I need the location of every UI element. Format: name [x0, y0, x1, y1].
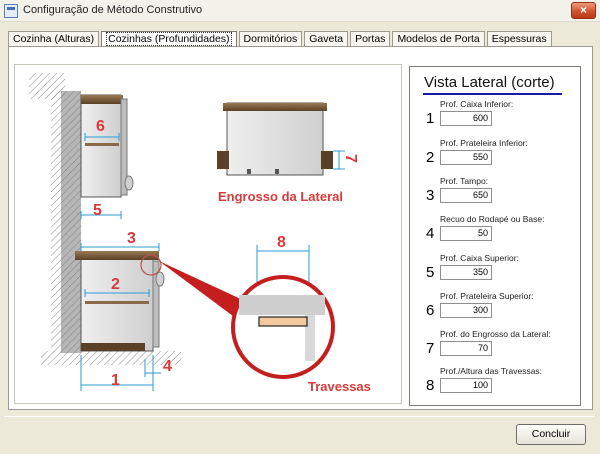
- field-number: 3: [426, 187, 435, 204]
- field-prof-tampo: Prof. Tampo: 3 650: [410, 176, 582, 214]
- recuo-do-rodape-input[interactable]: 50: [440, 226, 492, 241]
- plinth: [81, 343, 145, 351]
- tab-cozinha-alturas[interactable]: Cozinha (Alturas): [8, 31, 100, 47]
- field-prof-caixa-superior: Prof. Caixa Superior: 5 350: [410, 253, 582, 291]
- field-recuo-do-rodape: Recuo do Rodapé ou Base: 4 50: [410, 214, 582, 252]
- upper-shelf: [85, 143, 119, 146]
- marker-8: 8: [277, 234, 286, 251]
- tab-label: Espessuras: [491, 33, 547, 45]
- title-bar: Configuração de Método Construtivo ×: [0, 0, 600, 22]
- upper-handle: [124, 175, 134, 191]
- button-bar: [4, 416, 594, 449]
- marker-3: 3: [127, 230, 136, 247]
- prof-caixa-inferior-input[interactable]: 600: [440, 111, 492, 126]
- prof-engrosso-lateral-input[interactable]: 70: [440, 341, 492, 356]
- tab-espessuras[interactable]: Espessuras: [486, 31, 552, 47]
- field-prof-prateleira-inferior: Prof. Prateleira Inferior: 2 550: [410, 138, 582, 176]
- lateral-left-block: [217, 151, 229, 169]
- field-label: Recuo do Rodapé ou Base:: [440, 214, 545, 224]
- field-label: Prof. Tampo:: [440, 176, 489, 186]
- field-label: Prof. Caixa Superior:: [440, 253, 519, 263]
- tab-label: Portas: [355, 33, 386, 45]
- tab-cozinhas-profundidades[interactable]: Cozinhas (Profundidades): [101, 31, 237, 47]
- field-label: Prof./Altura das Travessas:: [440, 366, 543, 376]
- tab-label: Dormitórios: [243, 33, 298, 45]
- zoom-countertop: [239, 295, 325, 315]
- field-prof-engrosso-lateral: Prof. do Engrosso da Lateral: 7 70: [410, 329, 582, 367]
- crosspiece: [258, 316, 308, 327]
- lateral-right-block: [321, 151, 333, 169]
- diagram-svg: 6 5 3 2 1 4 8 7 Engrosso da Lateral Trav…: [29, 73, 371, 394]
- prof-prateleira-inferior-input[interactable]: 550: [440, 150, 492, 165]
- close-button[interactable]: ×: [571, 2, 596, 19]
- field-number: 6: [426, 302, 435, 319]
- side-view-panel: Vista Lateral (corte) Prof. Caixa Inferi…: [409, 66, 581, 406]
- field-prof-altura-travessas: Prof./Altura das Travessas: 8 100: [410, 366, 582, 404]
- prof-altura-travessas-input[interactable]: 100: [440, 378, 492, 393]
- lateral-cabinet: [226, 102, 324, 176]
- lower-handle: [155, 271, 165, 287]
- field-prof-caixa-inferior: Prof. Caixa Inferior: 1 600: [410, 99, 582, 137]
- field-label: Prof. do Engrosso da Lateral:: [440, 329, 551, 339]
- tab-gaveta[interactable]: Gaveta: [304, 31, 349, 47]
- field-label: Prof. Caixa Inferior:: [440, 99, 514, 109]
- tab-modelos-de-porta[interactable]: Modelos de Porta: [392, 31, 485, 47]
- field-number: 2: [426, 149, 435, 166]
- floor-hatch: [41, 351, 181, 365]
- window-title: Configuração de Método Construtivo: [23, 4, 203, 16]
- lateral-foot-right: [275, 169, 279, 174]
- field-number: 5: [426, 264, 435, 281]
- window: Configuração de Método Construtivo × Coz…: [0, 0, 600, 454]
- wall: [61, 91, 81, 353]
- lower-shelf: [85, 301, 149, 304]
- zoom-pointer: [159, 261, 245, 319]
- lateral-foot-left: [247, 169, 251, 174]
- field-label: Prof. Prateleira Inferior:: [440, 138, 528, 148]
- marker-6: 6: [96, 118, 105, 135]
- tab-label: Modelos de Porta: [397, 33, 480, 45]
- prof-prateleira-superior-input[interactable]: 300: [440, 303, 492, 318]
- tab-dormitorios[interactable]: Dormitórios: [238, 31, 303, 47]
- marker-7: 7: [342, 154, 359, 163]
- marker-5: 5: [93, 202, 102, 219]
- lateral-top: [223, 103, 327, 111]
- field-number: 8: [426, 377, 435, 394]
- field-number: 7: [426, 340, 435, 357]
- prof-caixa-superior-input[interactable]: 350: [440, 265, 492, 280]
- marker-2: 2: [111, 276, 120, 293]
- tab-label: Cozinha (Alturas): [13, 33, 95, 45]
- app-icon: [4, 4, 18, 18]
- field-label: Prof. Prateleira Superior:: [440, 291, 534, 301]
- caption-engrosso-da-lateral: Engrosso da Lateral: [218, 189, 343, 204]
- field-prof-prateleira-superior: Prof. Prateleira Superior: 6 300: [410, 291, 582, 329]
- tab-portas[interactable]: Portas: [350, 31, 391, 47]
- marker-4: 4: [163, 358, 172, 375]
- concluir-button[interactable]: Concluir: [516, 424, 586, 445]
- prof-tampo-input[interactable]: 650: [440, 188, 492, 203]
- caption-travessas: Travessas: [308, 379, 371, 394]
- side-view-title: Vista Lateral (corte): [424, 74, 555, 91]
- field-number: 4: [426, 225, 435, 242]
- field-number: 1: [426, 110, 435, 127]
- tab-label: Gaveta: [309, 33, 344, 45]
- side-view-underline: [423, 93, 562, 95]
- upper-cabinet-top: [81, 95, 123, 104]
- cabinet-diagram: 6 5 3 2 1 4 8 7 Engrosso da Lateral Trav…: [14, 64, 402, 404]
- tab-strip: Cozinha (Alturas) Cozinhas (Profundidade…: [8, 31, 554, 47]
- tab-label: Cozinhas (Profundidades): [106, 32, 232, 46]
- zoom-circle: [231, 275, 335, 379]
- marker-1: 1: [111, 372, 120, 389]
